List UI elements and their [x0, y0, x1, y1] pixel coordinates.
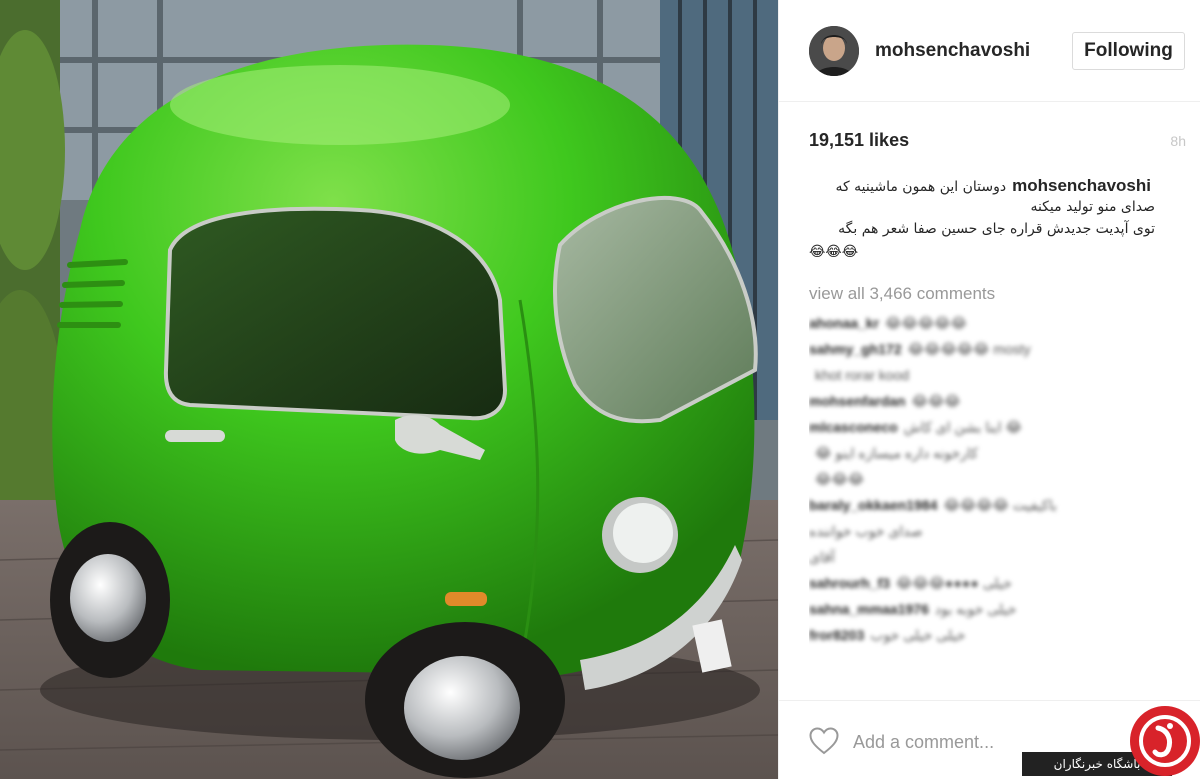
comment-text: 😂😂😂 [911, 393, 961, 409]
comment-text: آقای [809, 549, 835, 565]
comment-item: sahna_mmaa1976 خیلی خوبه بود [809, 598, 1175, 621]
heart-icon[interactable] [809, 727, 839, 755]
comment-username[interactable]: mohsenfardan [809, 393, 905, 409]
watermark: باشگاه خبرنگاران [1022, 706, 1200, 779]
comment-list: ahonaa_kr 😂😂😂😂😂 sahmy_gh172 😂😂😂😂😂 mosty kh… [809, 312, 1175, 690]
comment-text: khot rorar kood [815, 367, 910, 383]
view-all-comments-link[interactable]: view all 3,466 comments [809, 284, 995, 304]
comment-item: mohsenfardan 😂😂😂 [809, 390, 1175, 413]
comment-item: ahonaa_kr 😂😂😂😂😂 [809, 312, 1175, 335]
profile-photo [809, 26, 859, 76]
comment-item: آقای [809, 546, 1175, 569]
comment-item: 😂😂😂 [809, 468, 1175, 491]
comment-text: 😂😂😂😂😂 mosty [907, 341, 1031, 357]
comment-item: baraly_okkaen1984 😂😂😂😂 باکیفیت [809, 494, 1175, 517]
comment-username[interactable]: mlcasconeco [809, 419, 898, 435]
comment-item: 😂 کارخونه داره میسازه اینو [809, 442, 1175, 465]
caption: دوستان این همون ماشینیه که mohsenchavosh… [809, 176, 1155, 265]
comment-item: صدای خوب خواننده [809, 520, 1175, 543]
caption-line-2: صدای منو تولید میکنه [1030, 199, 1155, 215]
comment-text: خیلی خوبه بود [934, 601, 1017, 617]
caption-username[interactable]: mohsenchavoshi [1012, 176, 1151, 196]
comment-item: mlcasconeco اینا بشن ای کاش 😂 [809, 416, 1175, 439]
post-photo [0, 0, 778, 779]
comment-username[interactable]: baraly_okkaen1984 [809, 497, 937, 513]
following-button[interactable]: Following [1072, 32, 1185, 70]
comment-text: 😂😂😂😂 باکیفیت [943, 497, 1057, 513]
comment-text: صدای خوب خواننده [809, 523, 923, 539]
post-sidebar: mohsenchavoshi Following 19,151 likes 8h… [778, 0, 1200, 779]
post-time[interactable]: 8h [1170, 133, 1186, 149]
comment-username[interactable]: ahonaa_kr [809, 315, 879, 331]
comment-username[interactable]: sahmy_gh172 [809, 341, 902, 357]
comment-username[interactable]: sahrourh_f3 [809, 575, 890, 591]
likes-count[interactable]: 19,151 likes [809, 130, 909, 151]
comment-text: خیلی خیلی خوب [870, 627, 966, 643]
comment-username[interactable]: fror8203 [809, 627, 864, 643]
comment-text: اینا بشن ای کاش 😂 [903, 419, 1022, 435]
post-header: mohsenchavoshi Following [779, 0, 1200, 102]
comment-username[interactable]: sahna_mmaa1976 [809, 601, 929, 617]
comment-item: sahrourh_f3 😂😂😂●●●● خیلی [809, 572, 1175, 595]
comment-item: khot rorar kood [809, 364, 1175, 387]
comment-item: fror8203 خیلی خیلی خوب [809, 624, 1175, 647]
username-link[interactable]: mohsenchavoshi [875, 40, 1030, 62]
comment-item: sahmy_gh172 😂😂😂😂😂 mosty [809, 338, 1175, 361]
caption-line-3: توی آپدیت جدیدش قراره جای حسین صفا شعر ه… [838, 221, 1155, 237]
watermark-logo-icon [1130, 706, 1200, 776]
avatar[interactable] [809, 26, 859, 76]
comment-text: 😂😂😂●●●● خیلی [895, 575, 1012, 591]
caption-emoji-line: 😂😂😂 [809, 243, 859, 259]
comment-text: 😂😂😂 [815, 471, 865, 487]
comment-text: 😂😂😂😂😂 [885, 315, 967, 331]
comment-text: 😂 کارخونه داره میسازه اینو [815, 445, 978, 461]
caption-line-1: دوستان این همون ماشینیه که [835, 179, 1007, 195]
green-bubble-car-photo [0, 0, 778, 779]
